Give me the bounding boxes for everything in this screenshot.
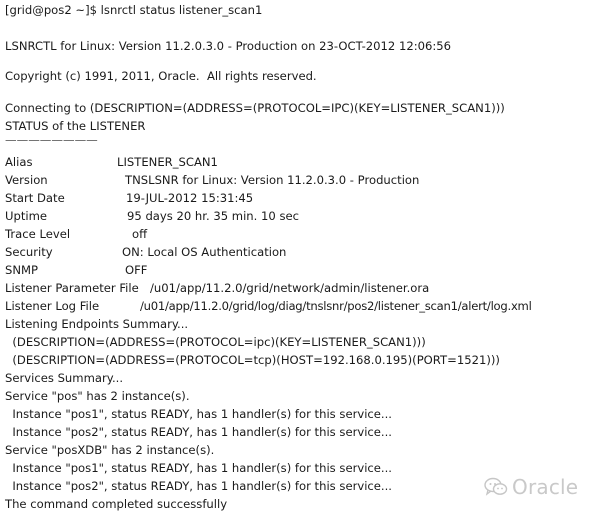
endpoint-tcp: (DESCRIPTION=(ADDRESS=(PROTOCOL=tcp)(HOS… bbox=[5, 353, 500, 367]
field-key: SNMP bbox=[5, 263, 39, 277]
field-key: Uptime bbox=[5, 209, 48, 223]
field-key: Start Date bbox=[5, 191, 65, 205]
service-pos-instance-pos1: Instance "pos1", status READY, has 1 han… bbox=[5, 407, 392, 421]
field-key: Security bbox=[5, 245, 53, 259]
endpoint-ipc: (DESCRIPTION=(ADDRESS=(PROTOCOL=ipc)(KEY… bbox=[5, 335, 426, 349]
service-posxdb-instance-pos1: Instance "pos1", status READY, has 1 han… bbox=[5, 461, 392, 475]
status-heading: STATUS of the LISTENER bbox=[5, 119, 146, 133]
oracle-watermark: Oracle bbox=[484, 475, 578, 499]
endpoints-heading: Listening Endpoints Summary... bbox=[5, 317, 189, 331]
service-pos: Service "pos" has 2 instance(s). bbox=[5, 389, 190, 403]
command-completed: The command completed successfully bbox=[5, 497, 228, 511]
field-value: /u01/app/11.2.0/grid/network/admin/liste… bbox=[150, 281, 430, 295]
field-key: Version bbox=[5, 173, 48, 187]
field-key: Listener Parameter File bbox=[5, 281, 139, 295]
field-value: off bbox=[132, 227, 148, 241]
field-value: TNSLSNR for Linux: Version 11.2.0.3.0 - … bbox=[125, 173, 420, 187]
field-value: LISTENER_SCAN1 bbox=[117, 155, 218, 169]
field-key: Listener Log File bbox=[5, 299, 100, 313]
separator-line: ———————— bbox=[5, 133, 98, 147]
field-value: OFF bbox=[125, 263, 148, 277]
prompt-command-line: [grid@pos2 ~]$ lsnrctl status listener_s… bbox=[5, 3, 263, 17]
service-posxdb-instance-pos2: Instance "pos2", status READY, has 1 han… bbox=[5, 479, 392, 493]
copyright-line: Copyright (c) 1991, 2011, Oracle. All ri… bbox=[5, 69, 317, 83]
wechat-chat-bubbles-icon bbox=[484, 477, 508, 497]
field-value: 19-JUL-2012 15:31:45 bbox=[126, 191, 254, 205]
service-pos-instance-pos2: Instance "pos2", status READY, has 1 han… bbox=[5, 425, 392, 439]
connecting-line: Connecting to (DESCRIPTION=(ADDRESS=(PRO… bbox=[5, 101, 505, 115]
lsnrctl-banner: LSNRCTL for Linux: Version 11.2.0.3.0 - … bbox=[5, 39, 452, 53]
watermark-text: Oracle bbox=[512, 475, 579, 499]
field-value: 95 days 20 hr. 35 min. 10 sec bbox=[127, 209, 300, 223]
field-key: Alias bbox=[5, 155, 33, 169]
service-posxdb: Service "posXDB" has 2 instance(s). bbox=[5, 443, 215, 457]
field-value: /u01/app/11.2.0/grid/log/diag/tnslsnr/po… bbox=[140, 299, 532, 313]
field-value: ON: Local OS Authentication bbox=[122, 245, 287, 259]
field-key: Trace Level bbox=[5, 227, 71, 241]
services-heading: Services Summary... bbox=[5, 371, 124, 385]
